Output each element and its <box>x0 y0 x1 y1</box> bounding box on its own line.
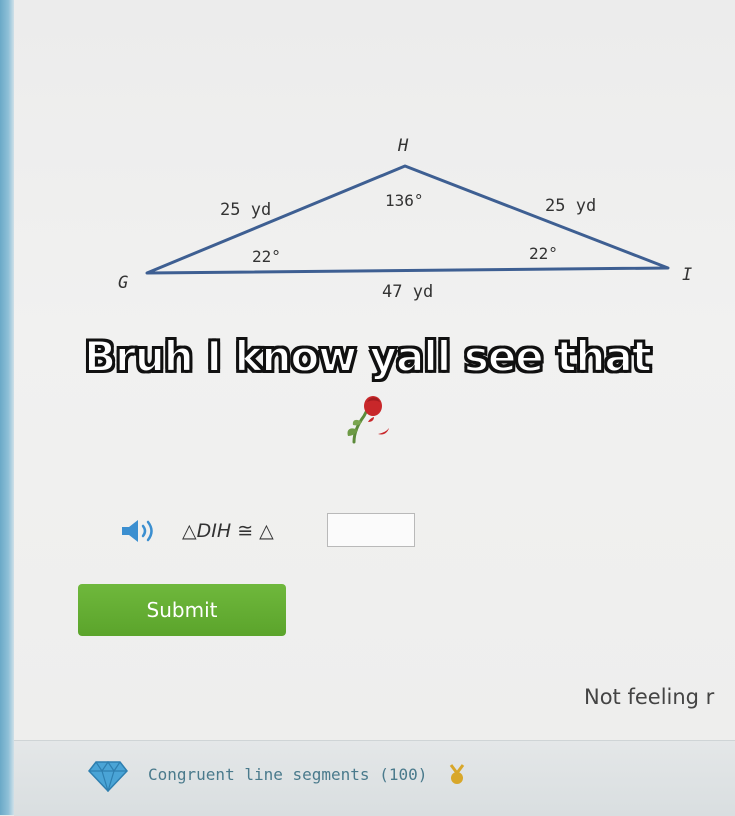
skill-name[interactable]: Congruent line segments (100) <box>148 765 427 784</box>
vertex-label-g: G <box>118 273 128 293</box>
triangle-symbol-left: △ <box>182 520 197 542</box>
triangle-symbol-right: △ <box>259 520 274 542</box>
vertex-label-i: I <box>682 265 692 285</box>
question-row: △DIH ≅ △ <box>120 512 440 550</box>
triangle-diagram: H G I 25 yd 25 yd 47 yd 136° 22° 22° <box>118 136 692 302</box>
side-label-gi: 47 yd <box>382 282 433 302</box>
triangle-name: DIH <box>196 520 232 542</box>
angle-label-g: 22° <box>252 247 281 266</box>
vertex-label-h: H <box>397 136 409 156</box>
diamond-icon <box>88 760 128 792</box>
angle-label-i: 22° <box>529 244 558 263</box>
medal-icon <box>449 764 465 784</box>
congruence-prompt: △DIH ≅ △ <box>182 520 274 542</box>
side-label-hi: 25 yd <box>545 196 596 216</box>
submit-button[interactable]: Submit <box>78 584 286 636</box>
angle-label-h: 136° <box>385 191 424 210</box>
not-feeling-ready-link[interactable]: Not feeling r <box>584 685 714 709</box>
left-edge-strip <box>0 0 14 815</box>
congruent-symbol: ≅ <box>237 520 254 542</box>
speaker-icon[interactable] <box>120 518 164 544</box>
side-label-gh: 25 yd <box>220 200 271 220</box>
video-caption-overlay: Bruh I know yall see that <box>83 331 653 382</box>
answer-input[interactable] <box>327 513 415 547</box>
wilted-rose-icon <box>347 396 389 444</box>
